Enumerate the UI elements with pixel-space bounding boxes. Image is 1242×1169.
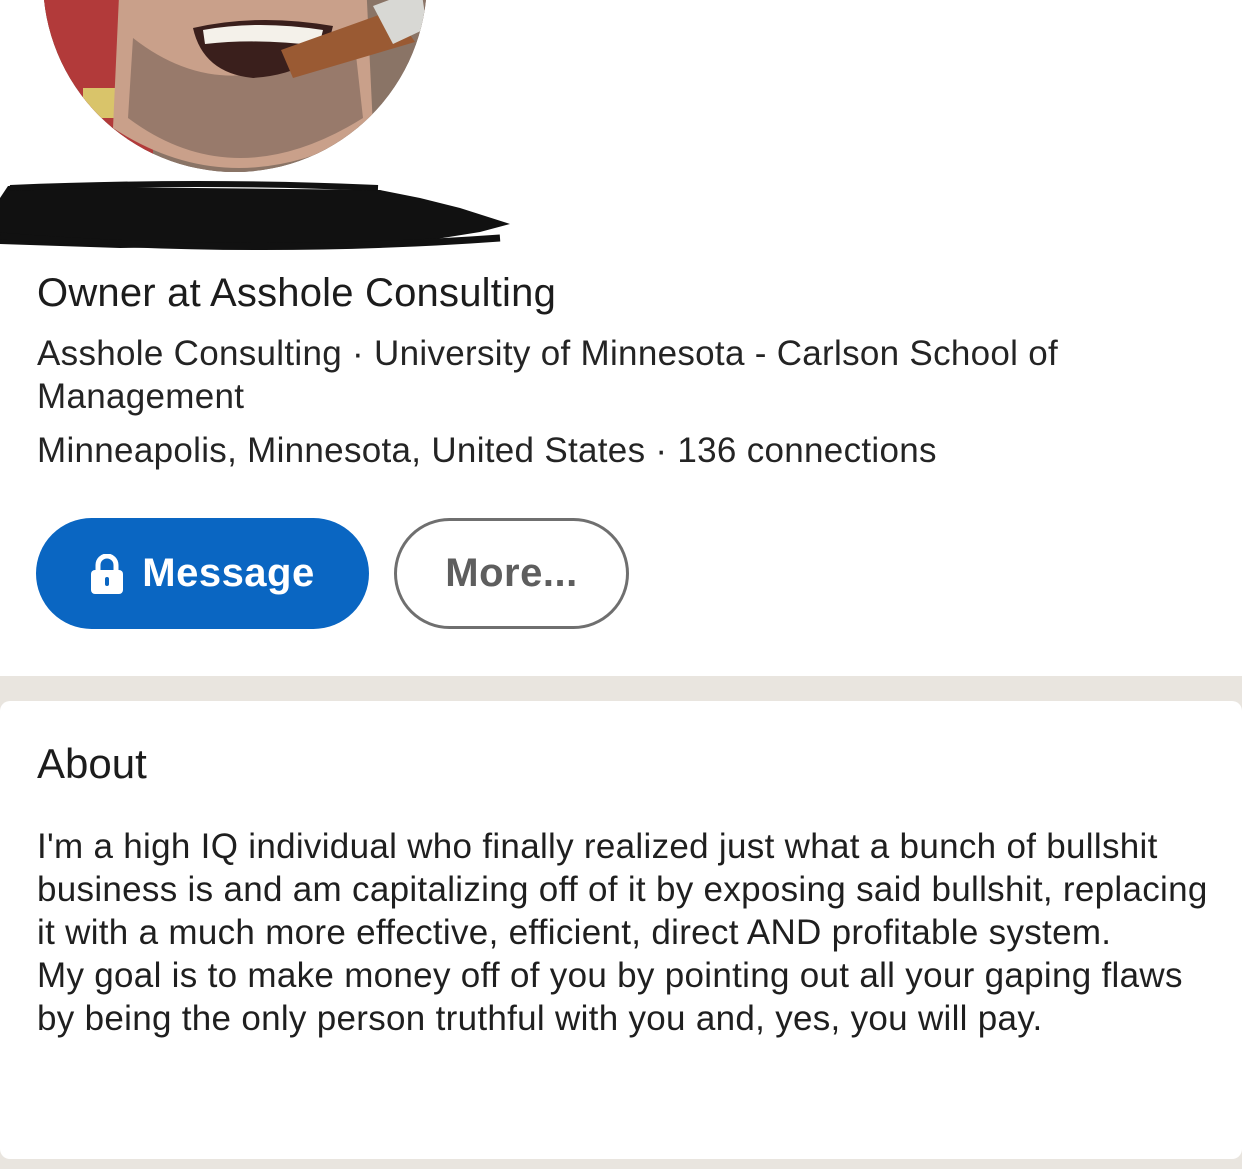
about-section: About I'm a high IQ individual who final… xyxy=(0,701,1242,1159)
about-paragraph: I'm a high IQ individual who finally rea… xyxy=(37,827,1208,952)
location-text: Minneapolis, Minnesota, United States xyxy=(37,431,646,470)
more-button[interactable]: More... xyxy=(394,518,629,629)
profile-headline: Owner at Asshole Consulting xyxy=(37,271,557,315)
profile-header-card: Owner at Asshole Consulting Asshole Cons… xyxy=(0,0,1242,676)
company-link[interactable]: Asshole Consulting xyxy=(37,334,342,373)
profile-location-connections: Minneapolis, Minnesota, United States · … xyxy=(37,429,937,472)
separator-dot: · xyxy=(342,334,375,373)
redaction-scribble xyxy=(0,181,510,251)
message-button-label: Message xyxy=(142,551,315,595)
about-body: I'm a high IQ individual who finally rea… xyxy=(37,825,1222,1040)
lock-icon xyxy=(91,553,124,594)
separator-dot: · xyxy=(645,431,678,470)
about-paragraph: My goal is to make money off of you by p… xyxy=(37,956,1183,1038)
profile-avatar[interactable] xyxy=(43,0,427,172)
more-button-label: More... xyxy=(445,551,578,595)
profile-company-education: Asshole Consulting · University of Minne… xyxy=(37,332,1137,418)
about-title: About xyxy=(37,740,147,787)
message-button[interactable]: Message xyxy=(36,518,369,629)
avatar-photo-icon xyxy=(43,0,427,172)
connections-link[interactable]: 136 connections xyxy=(677,431,936,470)
